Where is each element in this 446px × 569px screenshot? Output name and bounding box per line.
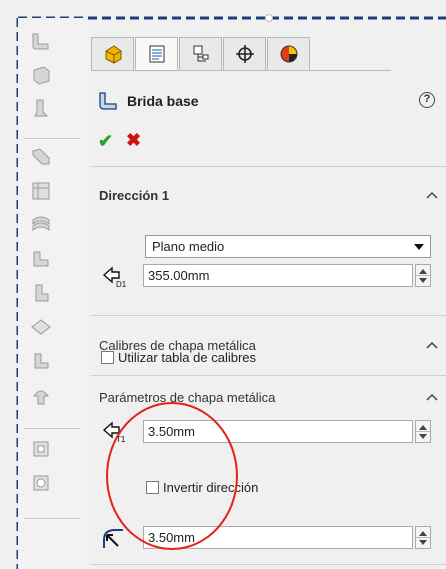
end-condition-select[interactable]: Plano medio: [145, 235, 431, 258]
display-manager-tab[interactable]: [267, 37, 310, 70]
simple-hole-icon[interactable]: [30, 472, 52, 494]
help-icon[interactable]: ?: [419, 92, 435, 108]
miter-flange-icon[interactable]: [30, 146, 52, 168]
property-manager: Brida base ? ✔ ✖ Dirección 1 Plano medio…: [88, 18, 446, 569]
hem-icon[interactable]: [30, 180, 52, 202]
base-flange-icon[interactable]: [30, 30, 52, 52]
sketched-bend-icon[interactable]: [30, 248, 52, 270]
feature-manager-icon: [105, 45, 121, 64]
bend-radius-spinner[interactable]: [415, 526, 431, 549]
depth-input[interactable]: 355.00mm: [143, 264, 413, 287]
reverse-direction-checkbox[interactable]: [146, 481, 159, 494]
dimxpert-tab[interactable]: [223, 37, 266, 70]
chevron-down-icon: [414, 244, 424, 250]
depth-value: 355.00mm: [148, 268, 210, 283]
bend-radius-icon: [103, 529, 123, 548]
feature-header: Brida base: [97, 90, 199, 112]
direction1-collapse-icon[interactable]: [426, 191, 438, 199]
base-flange-icon: [99, 92, 117, 110]
property-manager-tab[interactable]: [135, 37, 178, 70]
box-icon[interactable]: [30, 64, 52, 86]
display-manager-icon: [280, 45, 297, 63]
bend-radius-value: 3.50mm: [148, 530, 195, 545]
feature-title: Brida base: [127, 93, 199, 109]
sheet-metal-params-collapse-icon[interactable]: [426, 393, 438, 401]
thickness-spinner[interactable]: [415, 420, 431, 443]
thickness-icon: T1: [102, 421, 126, 444]
depth-icon: D1: [102, 266, 127, 289]
reverse-direction-label: Invertir dirección: [163, 480, 259, 495]
forming-tool-icon[interactable]: [30, 350, 52, 372]
manager-tabs: [91, 37, 311, 71]
property-manager-icon: [149, 45, 164, 62]
depth-spinner[interactable]: [415, 264, 431, 287]
vent-icon[interactable]: [30, 384, 52, 406]
corner-icon[interactable]: [30, 316, 52, 338]
cancel-button[interactable]: ✖: [126, 130, 141, 151]
dimxpert-icon: [235, 45, 254, 63]
feature-manager-tab[interactable]: [91, 37, 134, 70]
use-gauge-table-row[interactable]: Utilizar tabla de calibres: [101, 350, 256, 365]
sheet-metal-params-title[interactable]: Parámetros de chapa metálica: [99, 390, 275, 405]
end-condition-value: Plano medio: [152, 239, 225, 254]
bend-radius-input[interactable]: 3.50mm: [143, 526, 413, 549]
sheet-metal-toolbar: [18, 18, 88, 569]
cross-break-icon[interactable]: [30, 282, 52, 304]
use-gauge-table-label: Utilizar tabla de calibres: [118, 350, 257, 365]
configuration-manager-tab[interactable]: [179, 37, 222, 70]
thickness-icon-label: T1: [116, 435, 126, 444]
thickness-value: 3.50mm: [148, 424, 195, 439]
extruded-cut-icon[interactable]: [30, 438, 52, 460]
edge-flange-icon[interactable]: [30, 98, 52, 120]
ok-button[interactable]: ✔: [98, 131, 113, 152]
reverse-direction-row[interactable]: Invertir dirección: [146, 480, 258, 495]
gauge-collapse-icon[interactable]: [426, 341, 438, 349]
depth-icon-label: D1: [116, 280, 127, 289]
jog-icon[interactable]: [30, 214, 52, 236]
direction1-title[interactable]: Dirección 1: [99, 188, 169, 203]
use-gauge-table-checkbox[interactable]: [101, 351, 114, 364]
thickness-input[interactable]: 3.50mm: [143, 420, 413, 443]
configuration-manager-icon: [193, 45, 208, 62]
